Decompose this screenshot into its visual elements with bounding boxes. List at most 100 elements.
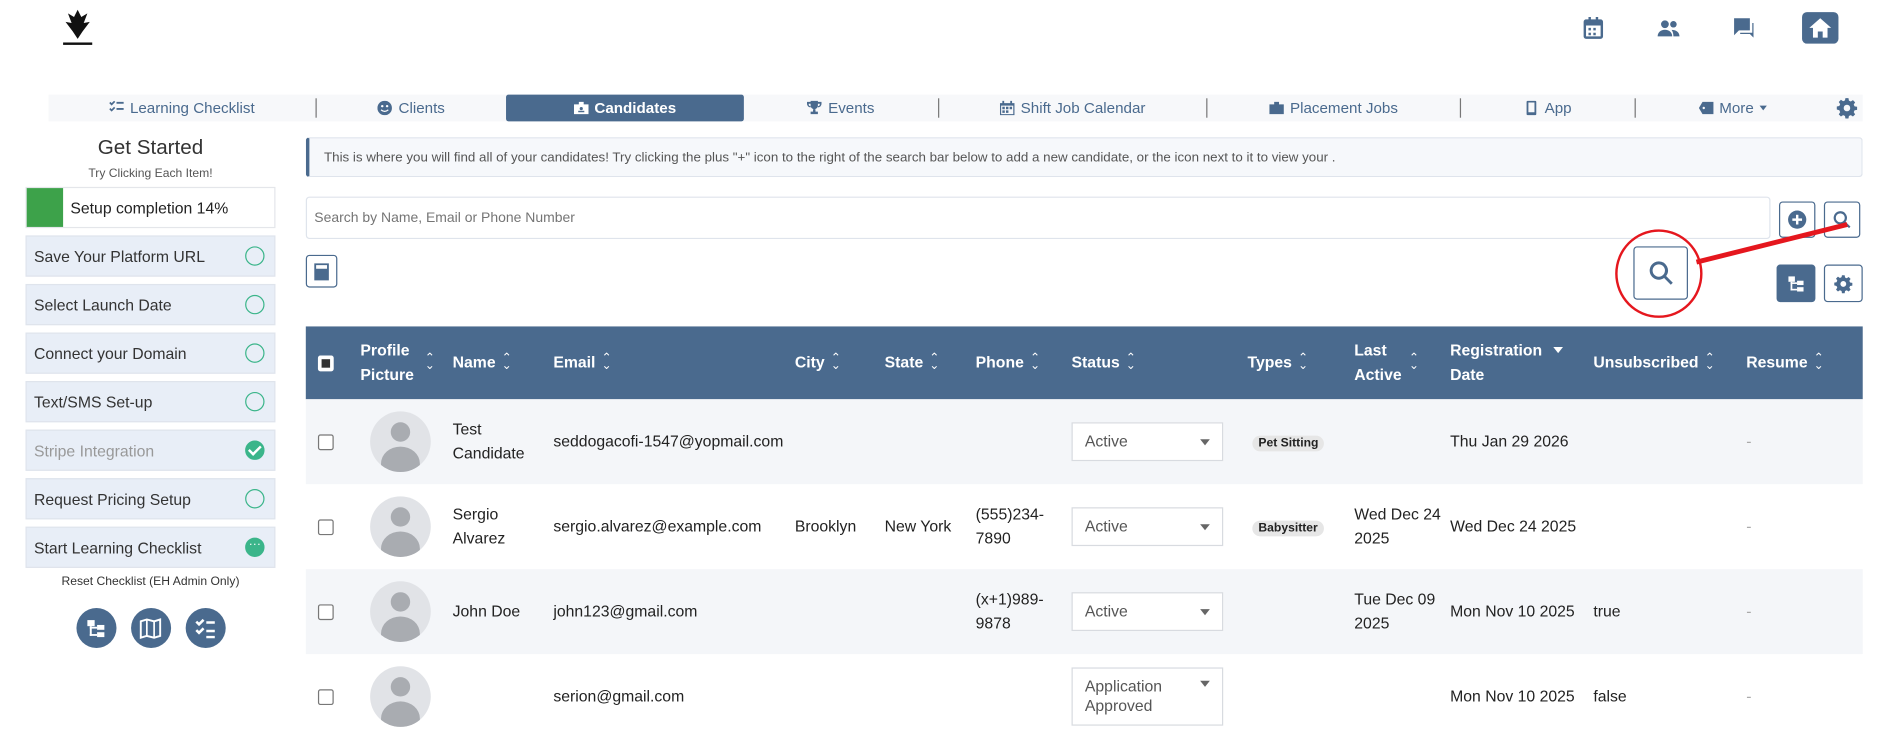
col-state[interactable]: State ⌃ ⌄ <box>885 351 976 375</box>
cell-registration-date: Wed Dec 24 2025 <box>1450 516 1577 536</box>
tab-label: Clients <box>398 99 445 117</box>
col-label: City <box>794 353 825 372</box>
reset-checklist-link[interactable]: Reset Checklist (EH Admin Only) <box>25 575 275 588</box>
company-logo[interactable] <box>58 7 97 48</box>
tab-label: App <box>1544 99 1572 117</box>
row-checkbox[interactable] <box>317 603 334 620</box>
sort-icon: ⌃ ⌄ <box>1813 351 1824 373</box>
row-checkbox[interactable] <box>317 433 334 450</box>
step-select-launch-date[interactable]: Select Launch Date <box>25 283 276 326</box>
progress-label: Setup completion 14% <box>70 198 229 217</box>
step-text-sms-setup[interactable]: Text/SMS Set-up <box>25 381 276 423</box>
col-profile-picture[interactable]: Profile Picture ⌃ ⌄ <box>351 339 453 388</box>
status-select[interactable]: Active <box>1071 592 1224 632</box>
cell-resume[interactable]: - <box>1746 430 1843 454</box>
col-resume[interactable]: Resume ⌃ ⌄ <box>1746 351 1843 375</box>
settings-gear-icon[interactable] <box>1836 97 1858 119</box>
col-unsubscribed[interactable]: Unsubscribed ⌃ ⌄ <box>1593 351 1746 375</box>
col-label: Name <box>452 353 496 372</box>
col-types[interactable]: Types ⌃ ⌄ <box>1247 351 1354 375</box>
cell-name[interactable]: Sergio Alvarez <box>453 502 554 551</box>
avatar[interactable] <box>370 666 431 727</box>
step-label: Select Launch Date <box>33 295 172 314</box>
step-label: Save Your Platform URL <box>33 246 205 266</box>
sort-icon: ⌃ ⌄ <box>1704 351 1715 373</box>
col-status[interactable]: Status ⌃ ⌄ <box>1072 351 1248 375</box>
top-toolbar <box>1576 12 1839 44</box>
table-row[interactable]: John Doe john123@gmail.com (x+1)989-9878… <box>305 569 1863 655</box>
step-label: Stripe Integration <box>33 441 155 460</box>
tab-candidates[interactable]: Candidates <box>506 94 744 122</box>
step-start-learning-checklist[interactable]: Start Learning Checklist ··· <box>25 526 276 568</box>
table-row[interactable]: Test Candidate seddogacofi-1547@yopmail.… <box>305 399 1863 485</box>
table-row[interactable]: Sergio Alvarez sergio.alvarez@example.co… <box>306 484 1863 569</box>
checklist-icon[interactable] <box>185 607 226 649</box>
status-select[interactable]: Active <box>1071 422 1224 462</box>
avatar[interactable] <box>370 411 431 473</box>
step-label: Text/SMS Set-up <box>33 392 153 411</box>
tab-placement-jobs[interactable]: Placement Jobs <box>1207 95 1459 122</box>
select-all-checkbox[interactable] <box>317 354 334 371</box>
cell-state: New York <box>884 516 952 536</box>
types-cell: Pet Sitting <box>1247 430 1354 454</box>
step-stripe-integration[interactable]: Stripe Integration <box>25 429 276 471</box>
briefcase-icon <box>1269 101 1284 115</box>
step-save-platform-url[interactable]: Save Your Platform URL <box>25 235 276 277</box>
search-button[interactable] <box>1823 201 1861 238</box>
cell-email: john123@gmail.com <box>553 601 698 621</box>
book-map-icon[interactable] <box>130 607 171 649</box>
cell-name[interactable]: John Doe <box>453 599 554 623</box>
col-email[interactable]: Email ⌃ ⌄ <box>553 351 794 375</box>
avatar-cell <box>351 411 453 473</box>
tab-clients[interactable]: Clients <box>317 95 506 122</box>
cell-resume[interactable]: - <box>1746 599 1843 623</box>
sitemap-icon[interactable] <box>75 607 116 649</box>
phone-icon <box>1526 100 1537 116</box>
types-cell: Babysitter <box>1247 515 1354 539</box>
col-phone[interactable]: Phone ⌃ ⌄ <box>976 351 1072 375</box>
cell-resume[interactable]: - <box>1746 515 1843 539</box>
chevron-down-icon <box>1200 438 1210 445</box>
cell-phone: (555)234-7890 <box>975 504 1045 548</box>
tag-icon <box>1698 101 1714 115</box>
tab-learning-checklist[interactable]: Learning Checklist <box>49 95 316 122</box>
col-name[interactable]: Name ⌃ ⌄ <box>453 351 554 375</box>
avatar[interactable] <box>370 581 431 642</box>
status-select[interactable]: Application Approved <box>1071 667 1224 726</box>
info-text: This is where you will find all of your … <box>324 149 1336 165</box>
tab-more[interactable]: More <box>1636 95 1830 122</box>
col-last-active[interactable]: Last Active ⌃ ⌄ <box>1354 339 1450 388</box>
avatar[interactable] <box>370 496 431 557</box>
tab-label: Events <box>828 99 875 117</box>
table-settings-gear-icon[interactable] <box>1823 264 1863 303</box>
table-row[interactable]: serion@gmail.com Application Approved Mo… <box>306 654 1863 732</box>
home-icon[interactable] <box>1802 12 1839 44</box>
row-select-cell <box>306 433 351 450</box>
tab-shift-job-calendar[interactable]: Shift Job Calendar <box>939 95 1206 122</box>
sitemap-icon[interactable] <box>1776 264 1816 303</box>
calendar-icon <box>1000 100 1015 116</box>
row-checkbox[interactable] <box>317 518 334 535</box>
sort-icon: ⌃ ⌄ <box>1029 351 1041 373</box>
row-select-cell <box>306 518 351 535</box>
checklist-icon <box>109 100 124 112</box>
search-input[interactable] <box>305 196 1771 240</box>
type-badge: Babysitter <box>1252 520 1324 537</box>
cell-name[interactable]: Test Candidate <box>453 417 554 466</box>
calendar-icon[interactable] <box>1576 12 1610 44</box>
users-icon[interactable] <box>1652 12 1686 44</box>
cell-email: seddogacofi-1547@yopmail.com <box>553 432 784 451</box>
cell-resume[interactable]: - <box>1746 684 1843 708</box>
step-label: Request Pricing Setup <box>33 489 191 508</box>
col-registration-date[interactable]: Registration Date <box>1450 339 1593 388</box>
step-connect-domain[interactable]: Connect your Domain <box>25 332 276 374</box>
tab-app[interactable]: App <box>1461 95 1635 122</box>
chat-icon[interactable] <box>1727 12 1761 44</box>
tab-events[interactable]: Events <box>744 95 938 122</box>
status-value: Active <box>1084 432 1128 451</box>
row-checkbox[interactable] <box>317 688 334 705</box>
step-request-pricing-setup[interactable]: Request Pricing Setup <box>25 478 276 520</box>
col-city[interactable]: City ⌃ ⌄ <box>795 351 885 375</box>
status-select[interactable]: Active <box>1071 507 1224 547</box>
calculator-icon[interactable] <box>305 254 338 288</box>
